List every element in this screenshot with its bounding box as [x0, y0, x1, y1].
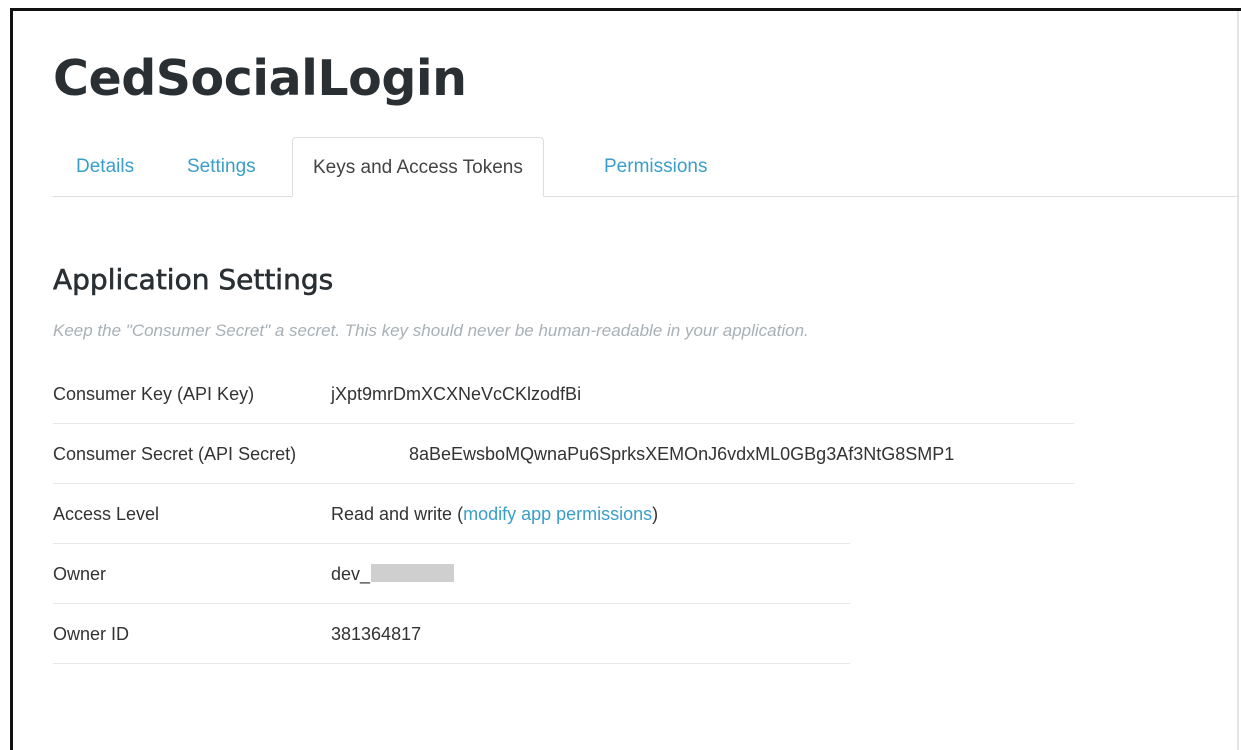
owner-row: Owner dev_ — [53, 544, 850, 604]
modify-app-permissions-link[interactable]: modify app permissions — [463, 504, 652, 524]
consumer-key-value: jXpt9mrDmXCXNeVcCKlzodfBi — [331, 384, 582, 404]
access-level-text: Read and write ( — [331, 504, 464, 524]
owner-id-value: 381364817 — [331, 624, 422, 644]
tab-bar: Details Settings Keys and Access Tokens … — [53, 137, 1237, 197]
tab-permissions[interactable]: Permissions — [584, 137, 727, 196]
access-level-row: Access Level Read and write (modify app … — [53, 484, 850, 544]
redacted-block — [371, 564, 455, 583]
access-level-value: Read and write (modify app permissions) — [331, 484, 658, 544]
consumer-key-label: Consumer Key (API Key) — [53, 384, 255, 404]
consumer-secret-row: Consumer Secret (API Secret) 8aBeEwsboMQ… — [53, 424, 1074, 484]
section-title: Application Settings — [53, 263, 334, 297]
consumer-secret-value: 8aBeEwsboMQwnaPu6SprksXEMOnJ6vdxML0GBg3A… — [409, 444, 955, 464]
security-hint: Keep the "Consumer Secret" a secret. Thi… — [53, 321, 809, 340]
owner-id-row: Owner ID 381364817 — [53, 604, 850, 664]
owner-value: dev_ — [331, 544, 455, 604]
consumer-secret-label: Consumer Secret (API Secret) — [53, 444, 297, 464]
owner-id-label: Owner ID — [53, 624, 130, 644]
owner-label: Owner — [53, 564, 107, 584]
app-title: CedSocialLogin — [53, 50, 467, 107]
access-level-label: Access Level — [53, 504, 160, 524]
owner-name: dev_ — [331, 564, 371, 584]
access-level-suffix: ) — [652, 504, 659, 524]
frame-right-edge — [1237, 11, 1239, 750]
consumer-key-row: Consumer Key (API Key) jXpt9mrDmXCXNeVcC… — [53, 364, 1074, 424]
tab-details[interactable]: Details — [56, 137, 154, 196]
tab-settings[interactable]: Settings — [167, 137, 276, 196]
tab-keys-and-access-tokens[interactable]: Keys and Access Tokens — [292, 137, 544, 197]
